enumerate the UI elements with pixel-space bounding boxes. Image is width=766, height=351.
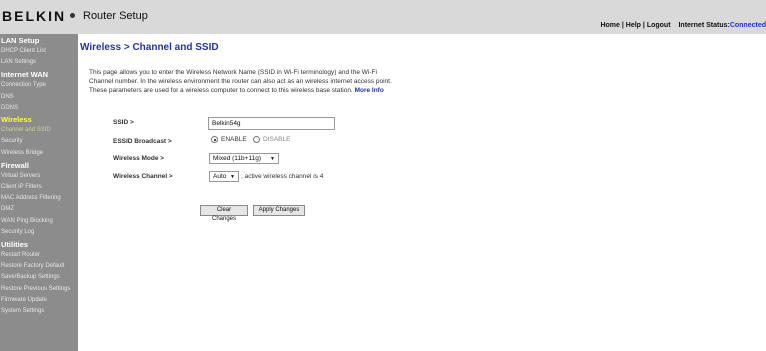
sidebar-item-connection-type[interactable]: Connection Type <box>0 80 78 91</box>
wireless-channel-select[interactable]: Auto ▼ <box>209 171 239 182</box>
radio-unselected-icon <box>253 136 260 143</box>
sidebar-item-dhcp-client-list[interactable]: DHCP Client List <box>0 46 78 57</box>
sidebar: LAN Setup DHCP Client List LAN Settings … <box>0 34 78 351</box>
sidebar-group-internet-wan: Internet WAN <box>1 70 49 80</box>
sidebar-item-wireless-bridge[interactable]: Wireless Bridge <box>0 148 78 159</box>
more-info-link[interactable]: More Info <box>355 87 384 94</box>
sidebar-item-wan-ping-blocking[interactable]: WAN Ping Blocking <box>0 216 78 227</box>
sidebar-item-client-ip-filters[interactable]: Client IP Filters <box>0 182 78 193</box>
sidebar-item-system-settings[interactable]: System Settings <box>0 306 78 317</box>
sidebar-item-save-backup-settings[interactable]: Save/Backup Settings <box>0 272 78 283</box>
app-title: Router Setup <box>83 10 148 22</box>
page-description: This page allows you to enter the Wirele… <box>89 68 394 95</box>
essid-disable-label: DISABLE <box>263 136 291 143</box>
dropdown-arrow-icon: ▼ <box>230 173 235 180</box>
sidebar-item-firmware-update[interactable]: Firmware Update <box>0 295 78 306</box>
wireless-channel-label: Wireless Channel > <box>113 173 173 180</box>
sidebar-item-security-log[interactable]: Security Log <box>0 227 78 238</box>
logout-link[interactable]: Logout <box>647 22 671 29</box>
internet-status-label: Internet Status: <box>678 22 730 29</box>
wireless-mode-value: Mixed (11b+11g) <box>213 155 261 162</box>
sidebar-item-restore-factory-default[interactable]: Restore Factory Default <box>0 261 78 272</box>
link-separator: | <box>642 22 645 29</box>
sidebar-item-security[interactable]: Security <box>0 136 78 147</box>
dropdown-arrow-icon: ▼ <box>270 155 275 162</box>
active-channel-note: , active wireless channel is 4 <box>241 173 324 180</box>
help-link[interactable]: Help <box>626 22 641 29</box>
sidebar-group-wireless: Wireless <box>1 115 32 125</box>
home-link[interactable]: Home <box>600 22 619 29</box>
description-text: This page allows you to enter the Wirele… <box>89 69 392 94</box>
sidebar-group-utilities: Utilities <box>1 240 29 250</box>
radio-selected-icon <box>211 136 218 143</box>
essid-disable-radio[interactable]: DISABLE <box>253 136 290 143</box>
sidebar-item-restore-previous-settings[interactable]: Restore Previous Settings <box>0 284 78 295</box>
link-separator: | <box>621 22 624 29</box>
sidebar-item-restart-router[interactable]: Restart Router <box>0 250 78 261</box>
registered-mark-icon <box>70 13 75 18</box>
wireless-mode-select[interactable]: Mixed (11b+11g) ▼ <box>209 153 279 164</box>
sidebar-group-firewall: Firewall <box>1 160 29 170</box>
essid-enable-label: ENABLE <box>221 136 247 143</box>
sidebar-item-lan-settings[interactable]: LAN Settings <box>0 57 78 68</box>
apply-changes-button[interactable]: Apply Changes <box>253 205 305 216</box>
essid-enable-radio[interactable]: ENABLE <box>211 136 247 143</box>
top-links: Home | Help | Logout Internet Status:Con… <box>600 22 766 29</box>
ssid-label: SSID > <box>113 119 134 126</box>
wireless-channel-value: Auto <box>213 173 227 180</box>
sidebar-item-dmz[interactable]: DMZ <box>0 204 78 215</box>
belkin-logo: BELKIN <box>2 8 67 24</box>
sidebar-item-channel-and-ssid[interactable]: Channel and SSID <box>0 125 78 136</box>
clear-changes-button[interactable]: Clear Changes <box>200 205 248 222</box>
main-content: Wireless > Channel and SSID This page al… <box>78 34 766 351</box>
wireless-mode-label: Wireless Mode > <box>113 155 165 162</box>
header-bar: BELKIN Router Setup Home | Help | Logout… <box>0 0 766 34</box>
internet-status-value: Connected <box>729 22 766 29</box>
page-title: Wireless > Channel and SSID <box>80 42 219 53</box>
sidebar-group-lan-setup: LAN Setup <box>1 36 40 45</box>
sidebar-item-dns[interactable]: DNS <box>0 92 78 103</box>
essid-broadcast-label: ESSID Broadcast > <box>113 138 172 145</box>
sidebar-item-ddns[interactable]: DDNS <box>0 103 78 114</box>
ssid-input[interactable] <box>208 117 335 130</box>
sidebar-item-mac-address-filtering[interactable]: MAC Address Filtering <box>0 193 78 204</box>
sidebar-item-virtual-servers[interactable]: Virtual Servers <box>0 171 78 182</box>
